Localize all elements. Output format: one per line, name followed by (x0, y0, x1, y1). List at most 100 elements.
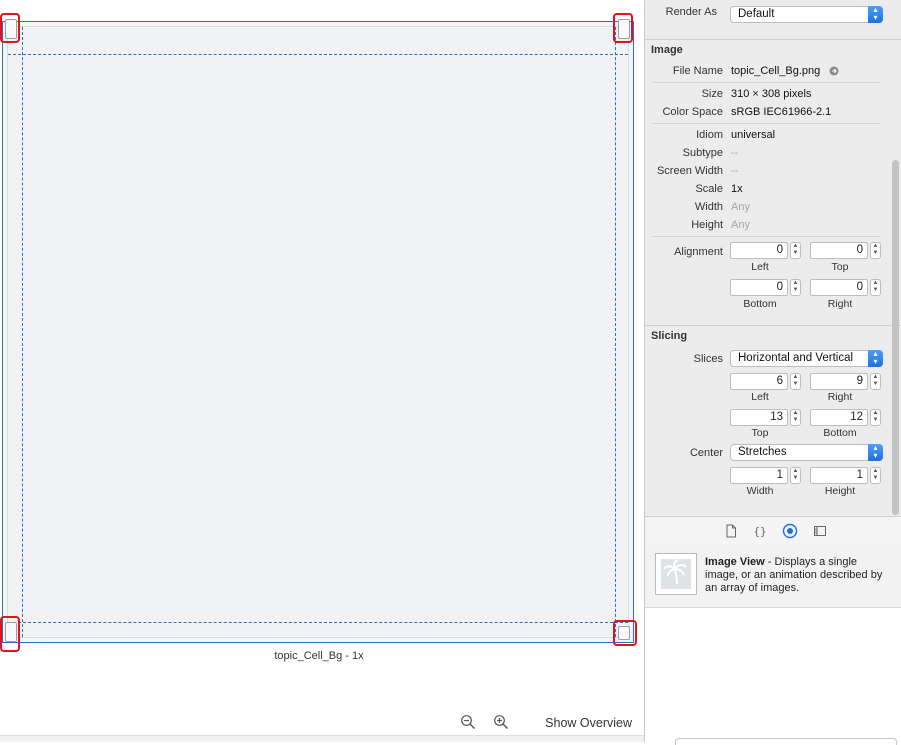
object-library: Image View - Displays a single image, or… (645, 545, 901, 745)
color-space-value: sRGB IEC61966-2.1 (731, 106, 832, 118)
svg-text:{}: {} (753, 525, 766, 538)
corner-highlight-bottom-right (613, 620, 637, 646)
corner-cap-shape (618, 626, 630, 640)
center-height-field[interactable]: 1 (810, 467, 868, 484)
slice-top-field[interactable]: 13 (730, 409, 788, 426)
divider (645, 39, 901, 40)
render-as-label: Render As (665, 6, 717, 18)
center-width-caption: Width (746, 485, 774, 497)
corner-highlight-top-left (0, 13, 20, 43)
inspector-tab-bar: {} (645, 516, 901, 546)
slices-popup[interactable]: Horizontal and Vertical ▴ ▾ (730, 350, 883, 367)
size-label: Size (701, 88, 723, 100)
center-popup[interactable]: Stretches ▴ ▾ (730, 444, 883, 461)
image-preview[interactable] (2, 21, 634, 643)
slice-left-field[interactable]: 6 (730, 373, 788, 390)
slice-top-caption: Top (751, 427, 769, 439)
image-view-description: Image View - Displays a single image, or… (705, 556, 893, 595)
width-value: Any (731, 201, 750, 213)
height-label: Height (691, 219, 723, 231)
zoom-in-icon[interactable] (493, 714, 509, 730)
center-width-field[interactable]: 1 (730, 467, 788, 484)
slice-bottom-stepper[interactable]: ▲ ▼ (870, 409, 881, 426)
popup-arrows-icon: ▴ ▾ (868, 350, 883, 367)
image-canvas: topic_Cell_Bg - 1x Show Overview (0, 0, 644, 742)
slice-right-stepper[interactable]: ▲ ▼ (870, 373, 881, 390)
size-inspector-icon[interactable] (812, 523, 828, 539)
image-view-thumbnail (655, 553, 697, 595)
screen-width-label: Screen Width (656, 165, 723, 177)
divider (653, 123, 881, 124)
file-name-value: topic_Cell_Bg.png (731, 65, 821, 77)
alignment-left-stepper[interactable]: ▲ ▼ (790, 242, 801, 259)
alignment-left-field[interactable]: 0 (730, 242, 788, 259)
popup-arrows-icon: ▴ ▾ (868, 444, 883, 461)
corner-highlight-bottom-left (0, 616, 20, 652)
image-content (7, 26, 629, 638)
slices-label: Slices (693, 353, 723, 365)
canvas-scrollbar[interactable] (0, 735, 644, 742)
alignment-bottom-caption: Bottom (743, 298, 777, 310)
slice-guide-top[interactable] (8, 54, 628, 55)
slice-left-caption: Left (751, 391, 769, 403)
alignment-bottom-stepper[interactable]: ▲ ▼ (790, 279, 801, 296)
center-label: Center (689, 447, 723, 459)
slices-value: Horizontal and Vertical (738, 352, 854, 364)
slice-right-caption: Right (827, 391, 853, 403)
attributes-inspector: Render As Default ▴ ▾ Image File Name top… (644, 0, 901, 745)
divider (653, 82, 881, 83)
slicing-section-title: Slicing (651, 330, 688, 342)
library-item-image-view[interactable]: Image View - Displays a single image, or… (645, 545, 901, 608)
image-caption: topic_Cell_Bg - 1x (274, 650, 364, 662)
zoom-out-icon[interactable] (460, 714, 476, 730)
reveal-arrow-icon[interactable] (829, 66, 839, 76)
center-width-stepper[interactable]: ▲ ▼ (790, 467, 801, 484)
corner-cap-shape (618, 19, 630, 39)
slice-guide-left[interactable] (22, 27, 23, 637)
size-value: 310 × 308 pixels (731, 88, 812, 100)
attributes-inspector-icon[interactable] (782, 523, 798, 539)
library-item-title: Image View (705, 556, 765, 568)
palm-tree-icon (661, 559, 691, 589)
idiom-value: universal (731, 129, 776, 141)
screen-width-value: -- (731, 165, 739, 177)
alignment-top-field[interactable]: 0 (810, 242, 868, 259)
slice-right-field[interactable]: 9 (810, 373, 868, 390)
slice-bottom-caption: Bottom (823, 427, 857, 439)
slice-bottom-field[interactable]: 12 (810, 409, 868, 426)
slice-guide-right[interactable] (615, 27, 616, 637)
slice-left-stepper[interactable]: ▲ ▼ (790, 373, 801, 390)
alignment-right-field[interactable]: 0 (810, 279, 868, 296)
corner-cap-shape (5, 19, 17, 39)
scale-label: Scale (695, 183, 723, 195)
inspector-scrollbar[interactable] (892, 160, 899, 515)
alignment-top-caption: Top (831, 261, 849, 273)
center-height-stepper[interactable]: ▲ ▼ (870, 467, 881, 484)
popup-arrows-icon: ▴ ▾ (868, 6, 883, 23)
height-value: Any (731, 219, 750, 231)
file-name-label: File Name (672, 65, 723, 77)
alignment-top-stepper[interactable]: ▲ ▼ (870, 242, 881, 259)
show-overview-button[interactable]: Show Overview (545, 716, 632, 730)
canvas-bottom-bar: Show Overview (0, 706, 644, 736)
corner-cap-shape (5, 622, 17, 642)
center-value: Stretches (738, 446, 787, 458)
width-label: Width (694, 201, 723, 213)
render-as-value: Default (738, 8, 775, 20)
idiom-label: Idiom (696, 129, 723, 141)
color-space-label: Color Space (662, 106, 723, 118)
render-as-popup[interactable]: Default ▴ ▾ (730, 6, 883, 23)
divider (653, 236, 881, 237)
subtype-value: -- (731, 147, 739, 159)
alignment-bottom-field[interactable]: 0 (730, 279, 788, 296)
file-inspector-icon[interactable] (723, 523, 739, 539)
alignment-left-caption: Left (751, 261, 769, 273)
divider (645, 325, 901, 326)
scale-value: 1x (731, 183, 743, 195)
quick-help-icon[interactable]: {} (752, 523, 768, 539)
slice-top-stepper[interactable]: ▲ ▼ (790, 409, 801, 426)
slice-guide-bottom[interactable] (8, 622, 628, 623)
corner-highlight-top-right (613, 13, 633, 43)
alignment-right-stepper[interactable]: ▲ ▼ (870, 279, 881, 296)
image-section-title: Image (651, 44, 683, 56)
